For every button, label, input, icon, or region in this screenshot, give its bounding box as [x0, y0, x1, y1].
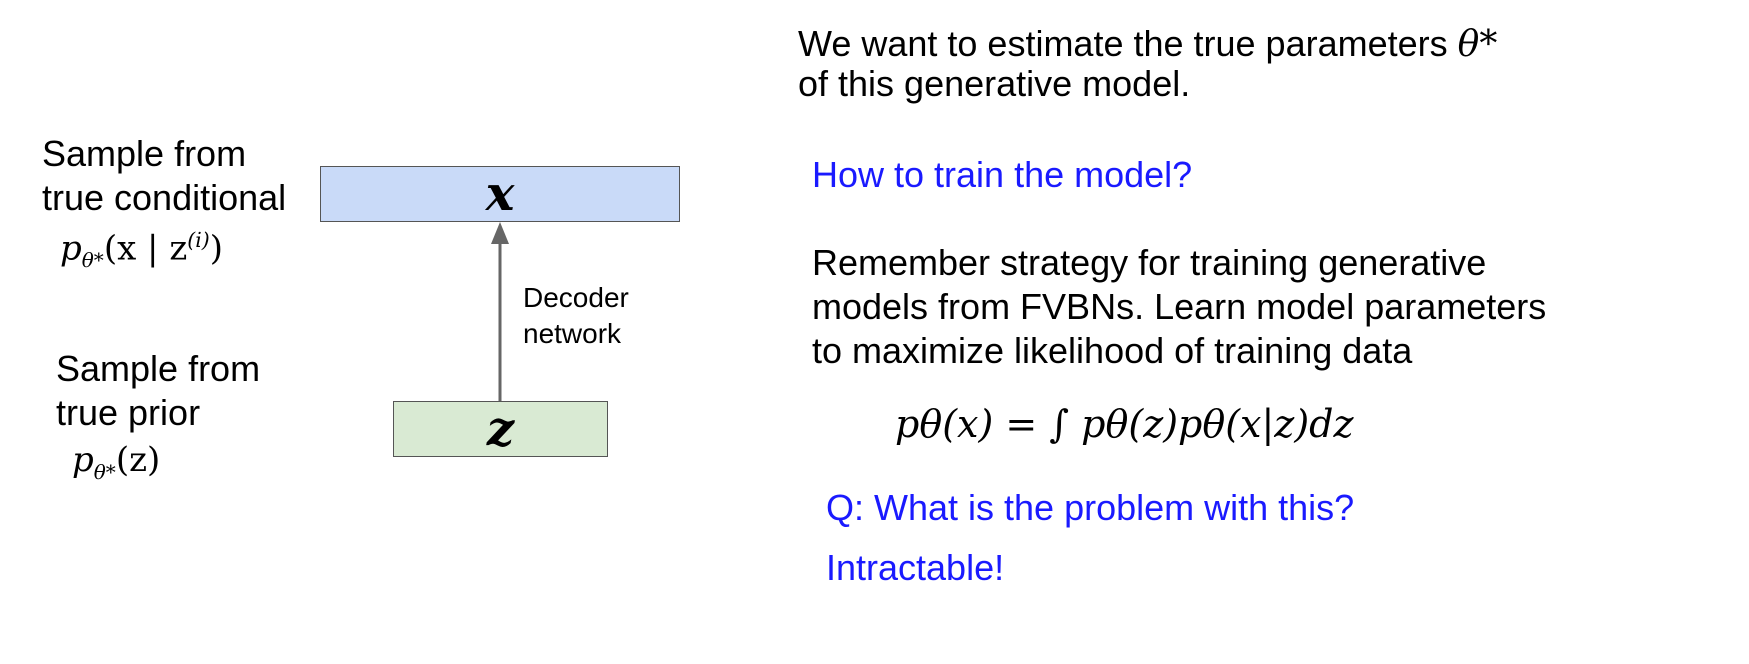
intro-line2: of this generative model. [798, 63, 1191, 104]
strategy-line3: to maximize likelihood of training data [812, 330, 1413, 371]
conditional-formula-args: (x | z [103, 228, 188, 269]
conditional-label: Sample from true conditional [42, 132, 286, 220]
question-train: How to train the model? [812, 154, 1193, 195]
conditional-formula: pθ*(x | z(i)) [60, 228, 223, 272]
strategy-line2: models from FVBNs. Learn model parameter… [812, 286, 1547, 327]
conditional-label-line1: Sample from [42, 133, 247, 174]
conditional-formula-sub: θ* [81, 248, 104, 273]
x-box: x [320, 166, 680, 222]
decoder-label-line2: network [523, 318, 622, 349]
decoder-label-line1: Decoder [523, 282, 629, 313]
prior-formula: pθ*(z) [72, 440, 160, 484]
prior-label-line2: true prior [56, 392, 201, 433]
prior-formula-sub: θ* [93, 459, 116, 484]
prior-formula-base: p [72, 440, 94, 480]
conditional-formula-close: ) [209, 228, 223, 269]
intro-line1: We want to estimate the true parameters … [798, 22, 1497, 67]
intro-line1-text: We want to estimate the true parameters [798, 23, 1458, 64]
conditional-formula-sup: (i) [187, 228, 210, 252]
decoder-arrow-head [491, 222, 509, 244]
z-box: z [393, 401, 608, 457]
prior-formula-args: (z) [115, 440, 161, 480]
strategy-line1: Remember strategy for training generativ… [812, 242, 1487, 283]
theta-star: θ* [1457, 24, 1498, 65]
conditional-formula-base: p [60, 228, 82, 269]
likelihood-formula: pθ(x) = ∫ pθ(z)pθ(x|z)dz [895, 402, 1354, 446]
question-problem: Q: What is the problem with this? [826, 487, 1355, 528]
decoder-label: Decoder network [523, 280, 629, 352]
decoder-arrow [491, 222, 509, 402]
prior-label: Sample from true prior [56, 347, 260, 435]
answer-intractable: Intractable! [826, 547, 1005, 588]
conditional-label-line2: true conditional [42, 177, 287, 218]
x-box-label: x [485, 166, 515, 222]
prior-label-line1: Sample from [56, 348, 261, 389]
z-box-label: z [486, 401, 515, 457]
